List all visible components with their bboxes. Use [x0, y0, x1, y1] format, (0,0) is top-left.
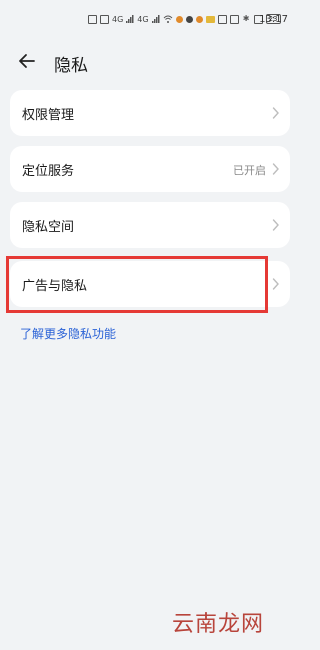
wifi-icon [163, 15, 172, 23]
chat-icon [185, 15, 193, 23]
status-clock: 13:17 [259, 14, 288, 25]
page-title: 隐私 [54, 56, 88, 76]
mail-icon [205, 15, 215, 23]
weibo-icon-2 [195, 15, 203, 23]
item-label: 隐私空间 [22, 220, 75, 235]
status-icons: 4G 4G ✱ 23 [88, 14, 281, 24]
signal-bars-icon-2 [151, 15, 160, 23]
item-label: 定位服务 [22, 164, 75, 179]
weibo-icon [175, 15, 183, 23]
learn-more-link[interactable]: 了解更多隐私功能 [20, 325, 116, 342]
signal-label-1: 4G [112, 14, 124, 24]
bluetooth-icon: ✱ [242, 14, 250, 23]
chevron-right-icon [272, 278, 279, 290]
signal-bars-icon [126, 15, 134, 23]
item-status: 已开启 [233, 164, 266, 177]
privacy-settings-screen: 4G 4G ✱ 23 13:17 隐私 权限管理 定位服务 已开启 隐私空间 广… [0, 0, 300, 650]
sim-icon [88, 14, 97, 24]
chevron-right-icon [272, 163, 279, 175]
privacy-space-item[interactable]: 隐私空间 [10, 202, 290, 248]
chevron-right-icon [272, 219, 279, 231]
location-service-item[interactable]: 定位服务 已开启 [10, 146, 290, 192]
sim-icon-2 [100, 14, 109, 24]
item-label: 广告与隐私 [22, 279, 88, 294]
notification-icon [229, 14, 239, 24]
arrow-left-icon [19, 54, 35, 68]
back-button[interactable] [14, 48, 40, 74]
nfc-icon [217, 14, 227, 24]
permission-management-item[interactable]: 权限管理 [10, 90, 290, 136]
ads-and-privacy-item[interactable]: 广告与隐私 [10, 261, 290, 307]
item-label: 权限管理 [22, 108, 75, 123]
chevron-right-icon [272, 107, 279, 119]
status-bar: 4G 4G ✱ 23 13:17 [0, 0, 300, 36]
watermark: 云南龙网 [172, 612, 265, 637]
signal-label-2: 4G [137, 14, 149, 24]
header: 隐私 [0, 44, 300, 80]
